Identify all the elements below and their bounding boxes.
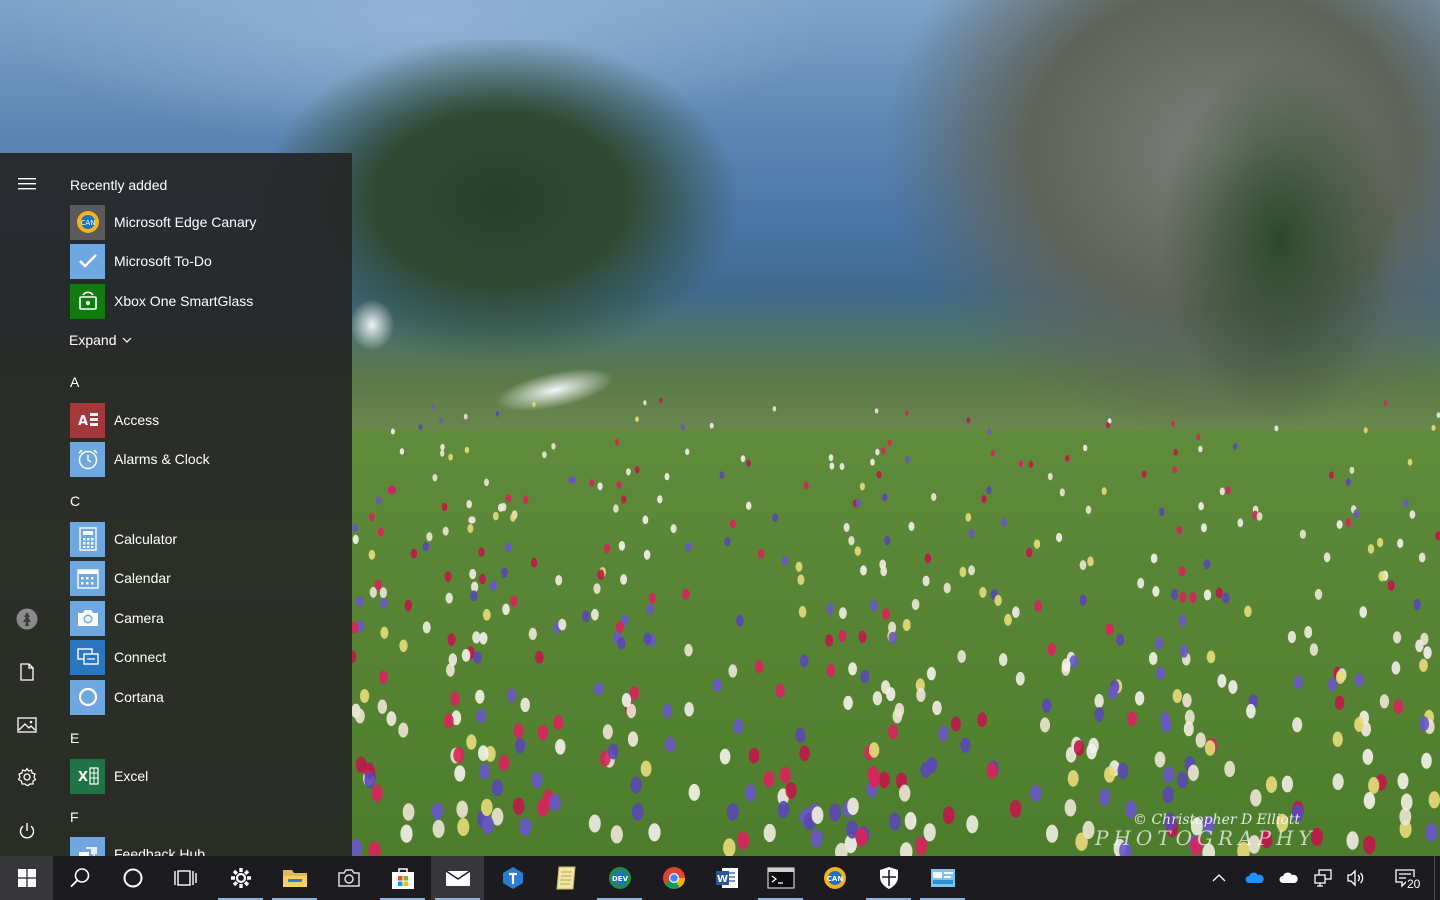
access-icon: A bbox=[70, 402, 105, 438]
feedback-hub-icon bbox=[70, 836, 105, 856]
app-label: Connect bbox=[114, 649, 167, 665]
volume-icon[interactable] bbox=[1341, 856, 1371, 900]
documents-icon[interactable] bbox=[0, 652, 54, 692]
onedrive-white-icon[interactable] bbox=[1274, 856, 1304, 900]
wallpaper-snow-patch-left bbox=[352, 290, 412, 360]
notepad-icon[interactable] bbox=[539, 856, 592, 900]
app-label: Microsoft Edge Canary bbox=[114, 214, 257, 230]
group-header-c[interactable]: C bbox=[70, 493, 80, 509]
app-item-feedback-hub[interactable]: Feedback Hub bbox=[70, 836, 340, 856]
excel-icon: X bbox=[70, 758, 105, 794]
app-label: Calendar bbox=[114, 570, 171, 586]
task-view-icon[interactable] bbox=[159, 856, 212, 900]
app-item-xbox-one-smartglass[interactable]: Xbox One SmartGlass bbox=[70, 283, 340, 319]
wallpaper-flowers bbox=[352, 397, 1440, 856]
app-item-microsoft-to-do[interactable]: Microsoft To-Do bbox=[70, 243, 340, 279]
connect-icon bbox=[70, 639, 105, 675]
svg-text:W: W bbox=[716, 874, 727, 885]
cortana-circle-icon[interactable] bbox=[106, 856, 159, 900]
calculator-icon bbox=[70, 521, 105, 557]
app-label: Cortana bbox=[114, 689, 164, 705]
app-list: Recently added CAN Microsoft Edge Canary… bbox=[54, 153, 352, 856]
app-item-microsoft-edge-canary[interactable]: CAN Microsoft Edge Canary bbox=[70, 204, 340, 240]
alarm-clock-icon bbox=[70, 441, 105, 477]
taskbar: DEV W CAN 20 bbox=[0, 856, 1440, 900]
svg-text:X: X bbox=[78, 770, 88, 785]
svg-text:CAN: CAN bbox=[80, 219, 95, 227]
app-list-scrollbar[interactable] bbox=[345, 153, 351, 856]
svg-text:DEV: DEV bbox=[611, 875, 628, 883]
app-label: Access bbox=[114, 412, 160, 428]
camera-icon[interactable] bbox=[322, 856, 375, 900]
windows-security-icon[interactable] bbox=[862, 856, 915, 900]
app-label: Camera bbox=[114, 610, 164, 626]
edge-dev-icon[interactable]: DEV bbox=[593, 856, 646, 900]
app-item-access[interactable]: A Access bbox=[70, 402, 340, 438]
mail-icon[interactable] bbox=[431, 856, 484, 900]
check-icon bbox=[70, 243, 105, 279]
notification-count-badge: 20 bbox=[1406, 877, 1422, 891]
group-header-e[interactable]: E bbox=[70, 730, 79, 746]
user-avatar-icon[interactable] bbox=[0, 599, 54, 639]
settings-gear-icon[interactable] bbox=[214, 856, 267, 900]
app-label: Microsoft To-Do bbox=[114, 253, 212, 269]
recently-added-heading: Recently added bbox=[70, 177, 168, 193]
edge-canary-icon[interactable]: CAN bbox=[808, 856, 861, 900]
app-item-calculator[interactable]: Calculator bbox=[70, 521, 340, 557]
xbox-smartglass-icon bbox=[70, 283, 105, 319]
svg-text:CAN: CAN bbox=[826, 875, 843, 883]
group-header-a[interactable]: A bbox=[70, 374, 79, 390]
word-icon[interactable]: W bbox=[700, 856, 753, 900]
terminal-icon[interactable] bbox=[754, 856, 807, 900]
group-header-f[interactable]: F bbox=[70, 809, 79, 825]
teams-icon[interactable] bbox=[486, 856, 539, 900]
photo-credit-watermark: © Christopher D Elliott PHOTOGRAPHY bbox=[1095, 812, 1317, 850]
app-label: Xbox One SmartGlass bbox=[114, 293, 254, 309]
chevron-down-icon bbox=[123, 337, 132, 343]
show-desktop-divider[interactable] bbox=[1434, 856, 1435, 900]
action-center-button[interactable]: 20 bbox=[1382, 856, 1428, 900]
calendar-icon bbox=[70, 560, 105, 596]
app-label: Excel bbox=[114, 768, 149, 784]
app-item-alarms-clock[interactable]: Alarms & Clock bbox=[70, 441, 340, 477]
network-icon[interactable] bbox=[1308, 856, 1338, 900]
wallpaper-trees-right bbox=[1120, 60, 1440, 420]
app-item-excel[interactable]: X Excel bbox=[70, 758, 340, 794]
app-label: Feedback Hub bbox=[114, 846, 206, 856]
start-menu-rail bbox=[0, 153, 54, 856]
expand-label: Expand bbox=[69, 332, 117, 348]
app-item-cortana[interactable]: Cortana bbox=[70, 679, 340, 715]
app-label: Alarms & Clock bbox=[114, 451, 210, 467]
power-icon[interactable] bbox=[0, 811, 54, 851]
app-item-calendar[interactable]: Calendar bbox=[70, 560, 340, 596]
app-item-camera[interactable]: Camera bbox=[70, 600, 340, 636]
microsoft-store-icon[interactable] bbox=[376, 856, 429, 900]
settings-gear-icon[interactable] bbox=[0, 757, 54, 797]
camera-icon bbox=[70, 600, 105, 636]
show-hidden-chevron-icon[interactable] bbox=[1205, 856, 1233, 900]
onedrive-blue-icon[interactable] bbox=[1240, 856, 1270, 900]
control-panel-icon[interactable] bbox=[916, 856, 969, 900]
search-icon[interactable] bbox=[53, 856, 106, 900]
chrome-icon[interactable] bbox=[647, 856, 700, 900]
app-label: Calculator bbox=[114, 531, 178, 547]
pictures-icon[interactable] bbox=[0, 705, 54, 745]
hamburger-menu-icon[interactable] bbox=[0, 164, 54, 204]
start-windows-icon[interactable] bbox=[0, 856, 53, 900]
start-menu: Recently added CAN Microsoft Edge Canary… bbox=[0, 153, 352, 856]
photo-credit-photography: PHOTOGRAPHY bbox=[1095, 826, 1317, 850]
edge-canary-icon: CAN bbox=[70, 204, 105, 240]
file-explorer-icon[interactable] bbox=[268, 856, 321, 900]
svg-text:A: A bbox=[78, 414, 88, 429]
expand-button[interactable]: Expand bbox=[69, 332, 132, 348]
cortana-icon bbox=[70, 679, 105, 715]
app-item-connect[interactable]: Connect bbox=[70, 639, 340, 675]
